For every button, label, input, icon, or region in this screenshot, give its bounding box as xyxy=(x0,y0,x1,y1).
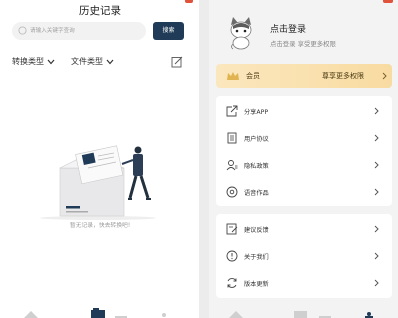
info-icon xyxy=(226,250,238,262)
login-title[interactable]: 点击登录 xyxy=(270,22,306,35)
menu-item-label: 建议反馈 xyxy=(244,227,269,234)
profile-tab-icon[interactable] xyxy=(162,313,166,317)
profile-screen: 点击登录 点击登录 享受更多权限 会员 尊享更多权限 分享APP 用户协议 隐私… xyxy=(209,0,398,318)
menu-item-label: 用户协议 xyxy=(244,136,269,143)
profile-tab-icon[interactable] xyxy=(365,312,373,318)
menu-item-version-update[interactable]: 版本更新 xyxy=(216,270,392,296)
search-bar[interactable] xyxy=(12,22,146,40)
empty-state-text: 暂无记录，快去转换吧! xyxy=(69,223,131,229)
chevron-right-icon xyxy=(374,252,379,260)
chevron-right-icon xyxy=(374,225,379,233)
document-icon xyxy=(227,132,237,144)
menu-item-audio-works[interactable]: 语音作品 xyxy=(216,179,392,205)
chevron-down-icon xyxy=(106,59,114,64)
chevron-right-icon xyxy=(374,279,379,287)
menu-item-label: 关于我们 xyxy=(244,254,269,261)
file-type-filter[interactable]: 文件类型 xyxy=(71,56,114,67)
convert-type-label: 转换类型 xyxy=(12,57,44,66)
menu-item-feedback[interactable]: 建议反馈 xyxy=(216,216,392,242)
menu-item-label: 隐私政策 xyxy=(244,163,269,170)
vip-benefit-label: 尊享更多权限 xyxy=(322,72,364,80)
page-title: 历史记录 xyxy=(79,5,121,17)
refresh-icon xyxy=(227,278,237,288)
menu-card-primary: 分享APP 用户协议 隐私政策 语音作品 xyxy=(216,96,392,206)
vip-label: 会员 xyxy=(246,72,260,80)
convert-type-filter[interactable]: 转换类型 xyxy=(12,56,55,67)
history-tab-icon[interactable] xyxy=(91,308,105,318)
login-subtitle: 点击登录 享受更多权限 xyxy=(270,40,336,48)
bottom-tab-bar xyxy=(24,308,166,318)
crown-icon xyxy=(227,72,239,80)
menu-item-user-agreement[interactable]: 用户协议 xyxy=(216,125,392,151)
notification-badge xyxy=(185,0,193,3)
menu-card-secondary: 建议反馈 关于我们 版本更新 xyxy=(216,214,392,298)
chevron-down-icon xyxy=(47,59,55,64)
user-privacy-icon xyxy=(226,160,238,171)
audio-works-icon xyxy=(226,186,238,198)
empty-state-illustration xyxy=(40,145,156,220)
menu-item-label: 版本更新 xyxy=(244,281,269,288)
chevron-right-icon xyxy=(374,107,379,115)
vip-banner[interactable]: 会员 尊享更多权限 xyxy=(216,64,392,88)
file-type-label: 文件类型 xyxy=(71,57,103,66)
menu-item-share[interactable]: 分享APP xyxy=(216,98,392,124)
avatar[interactable] xyxy=(224,16,258,50)
chevron-right-icon xyxy=(382,72,387,80)
edit-icon[interactable] xyxy=(171,56,183,68)
menu-item-about-us[interactable]: 关于我们 xyxy=(216,243,392,269)
feedback-icon xyxy=(226,223,238,235)
search-button[interactable]: 搜索 xyxy=(153,22,184,40)
search-icon xyxy=(18,26,27,35)
notification-badge xyxy=(383,0,393,3)
home-tab-icon[interactable] xyxy=(229,311,243,318)
share-icon xyxy=(226,105,238,117)
search-input[interactable] xyxy=(30,24,140,38)
chevron-right-icon xyxy=(374,134,379,142)
home-tab-icon[interactable] xyxy=(24,311,38,318)
menu-item-label: 分享APP xyxy=(244,109,269,116)
history-tab-icon[interactable] xyxy=(294,311,307,318)
screen-divider xyxy=(199,0,209,318)
menu-item-privacy-policy[interactable]: 隐私政策 xyxy=(216,152,392,178)
bottom-tab-bar xyxy=(229,311,373,318)
menu-item-label: 语音作品 xyxy=(244,190,269,197)
chevron-right-icon xyxy=(374,188,379,196)
history-screen: 历史记录 搜索 转换类型 文件类型 xyxy=(0,0,200,318)
chevron-right-icon xyxy=(374,161,379,169)
